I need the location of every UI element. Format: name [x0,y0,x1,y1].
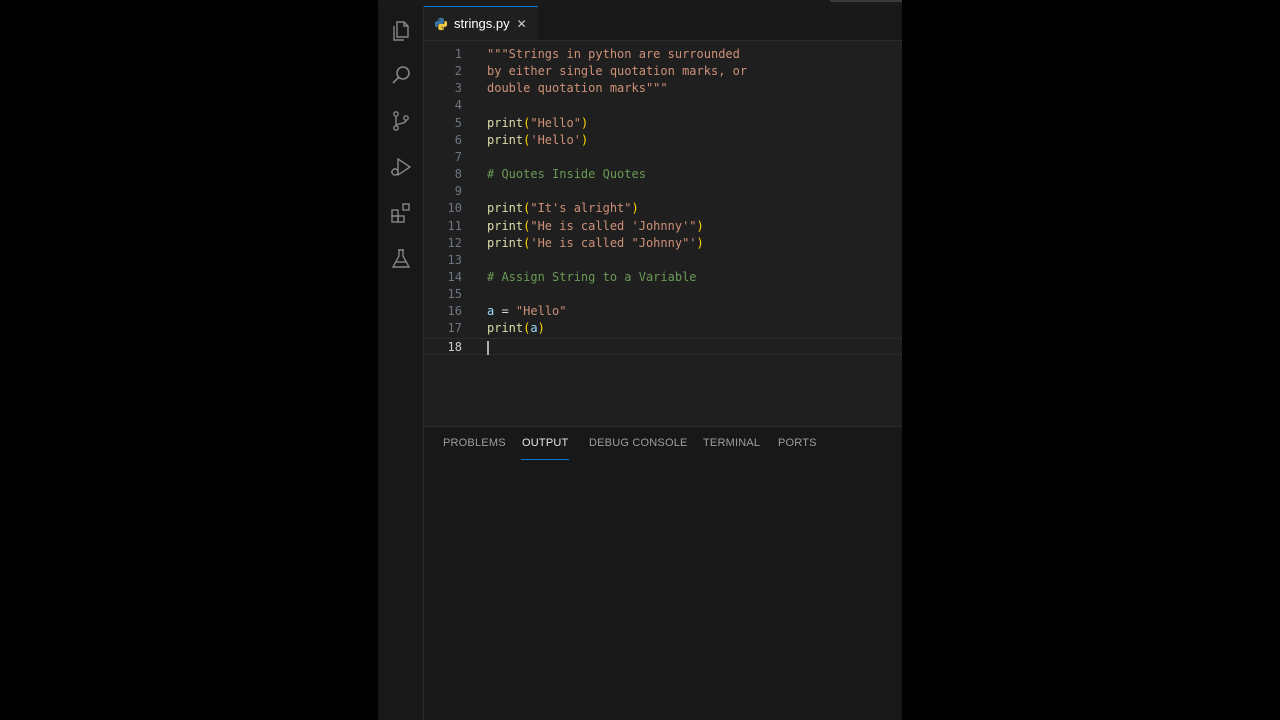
code-line[interactable]: 3 double quotation marks""" [424,80,902,97]
tab-debug-console[interactable]: DEBUG CONSOLE [589,437,688,461]
code-text: # Quotes Inside Quotes [487,166,646,183]
code-text: print("He is called 'Johnny'") [487,218,704,235]
code-token: print [487,235,524,250]
code-line[interactable]: 16 a = "Hello" [424,303,902,320]
code-token: "Hello" [530,115,581,130]
code-token: 'He is called "Johnny"' [530,235,697,250]
line-number: 15 [447,287,462,302]
run-debug-icon[interactable] [388,154,414,180]
line-number: 12 [447,235,462,250]
code-line[interactable]: 6 print('Hello') [424,132,902,149]
code-token: "It's alright" [530,201,632,216]
code-token: print [487,321,524,336]
code-text: by either single quotation marks, or [487,63,747,80]
line-number: 14 [447,269,462,284]
code-token: ) [537,321,545,336]
code-token: by either single quotation marks, or [487,64,748,79]
line-number: 9 [454,184,462,199]
line-number: 7 [454,149,462,164]
code-text: # Assign String to a Variable [487,269,697,286]
tab-problems[interactable]: PROBLEMS [443,437,506,461]
code-token: print [487,115,524,130]
bottom-panel: PROBLEMS OUTPUT DEBUG CONSOLE TERMINAL P… [424,426,902,720]
code-token: print [487,218,524,233]
code-token: ) [580,115,589,130]
line-number: 17 [447,321,462,336]
code-text: a = "Hello" [487,303,567,320]
testing-flask-icon[interactable] [388,246,414,272]
tab-ports[interactable]: PORTS [778,437,817,461]
code-token: ) [696,218,704,233]
code-token: "Hello" [515,304,567,319]
code-line[interactable]: 14 # Assign String to a Variable [424,269,902,286]
vscode-window: strings.py ✕ 1 """Strings in python are s… [378,0,902,720]
code-token: = [494,304,516,319]
line-number: 11 [447,218,462,233]
line-number: 16 [447,304,462,319]
close-icon[interactable]: ✕ [517,18,527,30]
code-token: 'Hello' [530,132,581,147]
code-line[interactable]: 9 [424,183,902,200]
code-token: """Strings in python are surrounded [487,47,740,61]
code-token: double quotation marks""" [487,81,668,96]
code-text: print("It's alright") [487,200,639,217]
line-number: 1 [454,47,462,61]
code-line[interactable]: 1 """Strings in python are surrounded [424,46,902,63]
code-token: print [487,201,524,216]
code-token: "He is called 'Johnny'" [530,218,697,233]
explorer-icon[interactable] [388,18,414,44]
editor-tab-bar: strings.py ✕ [424,6,902,41]
editor-area: strings.py ✕ 1 """Strings in python are s… [424,6,902,426]
activity-bar [378,6,424,720]
line-number: 4 [454,98,462,113]
line-number: 18 [447,339,462,354]
code-line[interactable]: 11 print("He is called 'Johnny'") [424,218,902,235]
code-line[interactable]: 15 [424,286,902,303]
python-file-icon [434,17,448,31]
line-number: 3 [454,81,462,96]
code-line[interactable]: 18 [424,337,902,355]
code-line[interactable]: 12 print('He is called "Johnny"') [424,235,902,252]
line-number: 8 [454,167,462,182]
code-line[interactable]: 13 [424,252,902,269]
code-text: print(a) [487,320,545,337]
source-control-icon[interactable] [388,108,414,134]
code-text: print("Hello") [487,115,588,132]
code-token: print [487,132,524,147]
code-line[interactable]: 17 print(a) [424,320,902,337]
code-token: ) [580,132,589,147]
text-cursor [487,340,489,355]
code-token: a [530,321,538,336]
code-editor[interactable]: 1 """Strings in python are surrounded 2 by … [424,40,902,426]
tab-label: strings.py [454,16,510,31]
code-text: print('Hello') [487,132,588,149]
code-text: print('He is called "Johnny"') [487,235,704,252]
code-text: double quotation marks""" [487,80,668,97]
code-text: """Strings in python are surrounded [487,46,740,63]
search-icon[interactable] [388,62,414,88]
code-line[interactable]: 5 print("Hello") [424,115,902,132]
code-token: ) [696,235,704,250]
code-token: # Assign String to a Variable [487,269,697,284]
line-number: 13 [447,252,462,267]
code-line[interactable]: 8 # Quotes Inside Quotes [424,166,902,183]
line-number: 2 [454,64,462,79]
line-number: 6 [454,132,462,147]
line-number: 5 [454,115,462,130]
code-token: ) [631,201,639,216]
code-line[interactable]: 7 [424,149,902,166]
code-token: # Quotes Inside Quotes [487,167,646,182]
code-line[interactable]: 2 by either single quotation marks, or [424,63,902,80]
title-pill [830,0,902,2]
extensions-icon[interactable] [388,200,414,226]
tab-terminal[interactable]: TERMINAL [703,437,760,461]
tab-output[interactable]: OUTPUT [520,437,570,461]
line-number: 10 [447,201,462,216]
code-line[interactable]: 4 [424,97,902,114]
code-line[interactable]: 10 print("It's alright") [424,200,902,217]
tab-strings-py[interactable]: strings.py ✕ [424,6,538,40]
